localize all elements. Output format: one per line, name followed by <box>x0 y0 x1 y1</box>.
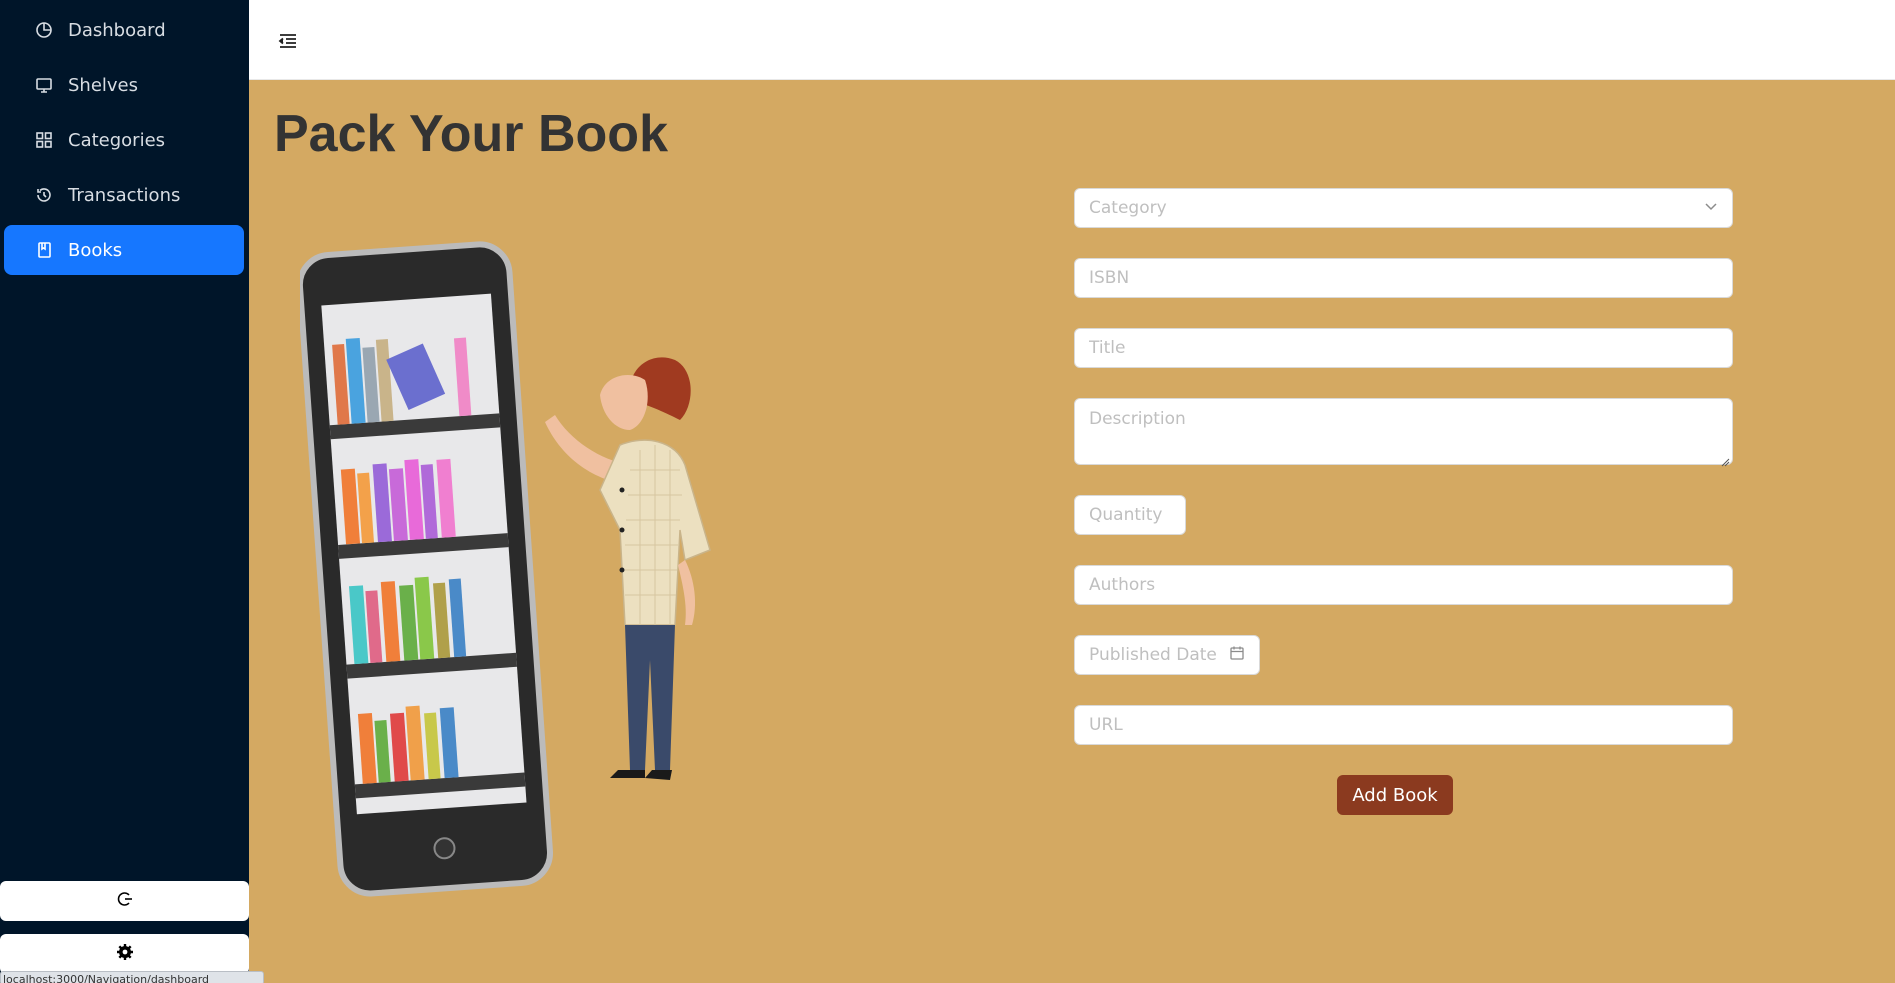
add-book-button[interactable]: Add Book <box>1337 775 1453 815</box>
status-url-tooltip: localhost:3000/Navigation/dashboard <box>0 971 264 983</box>
book-shelf-illustration <box>296 230 740 910</box>
quantity-field[interactable] <box>1074 495 1186 535</box>
resize-handle-icon[interactable] <box>1720 452 1730 467</box>
sidebar-item-dashboard[interactable]: Dashboard <box>4 5 244 55</box>
url-input[interactable] <box>1089 706 1732 744</box>
sidebar-item-label: Dashboard <box>68 19 166 41</box>
authors-field[interactable] <box>1074 565 1733 605</box>
description-textarea[interactable] <box>1089 399 1732 464</box>
url-field[interactable] <box>1074 705 1733 745</box>
logout-icon <box>116 890 134 913</box>
title-input[interactable] <box>1089 329 1732 367</box>
title-field[interactable] <box>1074 328 1733 368</box>
desktop-icon <box>34 75 54 95</box>
category-placeholder: Category <box>1089 198 1167 218</box>
sidebar-item-label: Transactions <box>68 184 181 206</box>
appstore-icon <box>34 130 54 150</box>
published-date-input[interactable] <box>1089 636 1229 674</box>
sidebar-item-transactions[interactable]: Transactions <box>4 170 244 220</box>
pie-chart-icon <box>34 20 54 40</box>
settings-button[interactable] <box>0 934 249 974</box>
authors-input[interactable] <box>1089 566 1732 604</box>
sidebar-item-label: Shelves <box>68 74 139 96</box>
category-select[interactable]: Category <box>1074 188 1733 228</box>
settings-icon <box>116 943 134 966</box>
book-icon <box>34 240 54 260</box>
chevron-down-icon <box>1704 198 1718 218</box>
sidebar-item-books[interactable]: Books <box>4 225 244 275</box>
sidebar-item-shelves[interactable]: Shelves <box>4 60 244 110</box>
page-title: Pack Your Book <box>274 105 668 163</box>
menu-fold-icon[interactable] <box>278 31 298 51</box>
logout-button[interactable] <box>0 881 249 921</box>
published-date-picker[interactable] <box>1074 635 1260 675</box>
sidebar: Dashboard Shelves Categories Transaction… <box>0 0 264 983</box>
isbn-field[interactable] <box>1074 258 1733 298</box>
quantity-input[interactable] <box>1089 496 1185 534</box>
sidebar-item-label: Books <box>68 239 123 261</box>
header <box>249 0 1895 80</box>
isbn-input[interactable] <box>1089 259 1732 297</box>
sidebar-item-label: Categories <box>68 129 166 151</box>
description-field[interactable] <box>1074 398 1733 467</box>
sidebar-item-categories[interactable]: Categories <box>4 115 244 165</box>
history-icon <box>34 185 54 205</box>
calendar-icon <box>1229 645 1245 666</box>
